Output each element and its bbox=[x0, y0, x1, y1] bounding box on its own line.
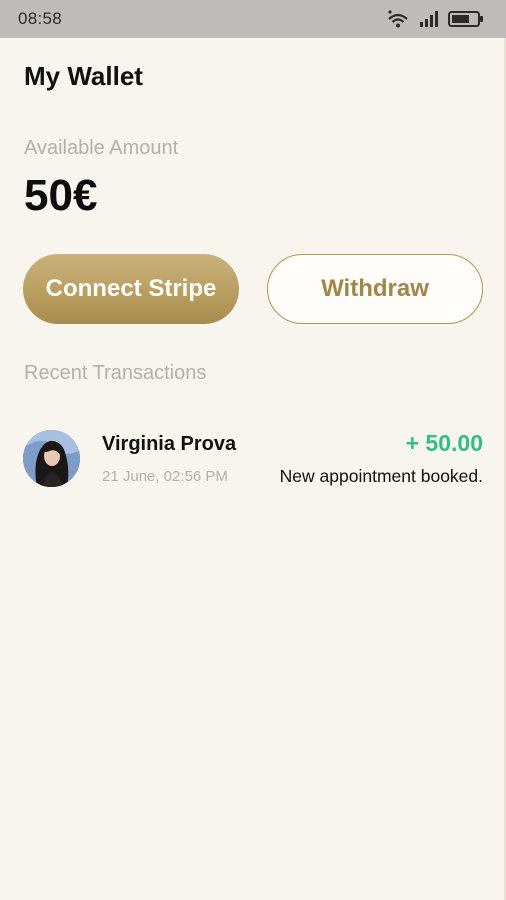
transaction-name: Virginia Prova bbox=[102, 433, 237, 455]
signal-icon bbox=[419, 10, 439, 28]
transaction-description: New appointment booked. bbox=[279, 466, 483, 486]
transaction-amount: + 50.00 bbox=[405, 430, 483, 456]
connect-stripe-button[interactable]: Connect Stripe bbox=[23, 254, 239, 324]
wifi-icon bbox=[386, 9, 410, 29]
status-time: 08:58 bbox=[18, 9, 63, 28]
wallet-balance: 50€ bbox=[24, 171, 98, 220]
battery-icon bbox=[448, 10, 484, 28]
avatar bbox=[23, 430, 80, 487]
status-icons bbox=[386, 9, 484, 29]
page-title: My Wallet bbox=[24, 61, 143, 91]
withdraw-button[interactable]: Withdraw bbox=[267, 254, 483, 324]
status-bar: 08:58 bbox=[0, 0, 506, 38]
transaction-row[interactable]: Virginia Prova + 50.00 21 June, 02:56 PM… bbox=[22, 428, 484, 490]
available-amount-label: Available Amount bbox=[24, 137, 179, 159]
transaction-date: 21 June, 02:56 PM bbox=[102, 468, 228, 485]
recent-transactions-heading: Recent Transactions bbox=[24, 362, 207, 384]
